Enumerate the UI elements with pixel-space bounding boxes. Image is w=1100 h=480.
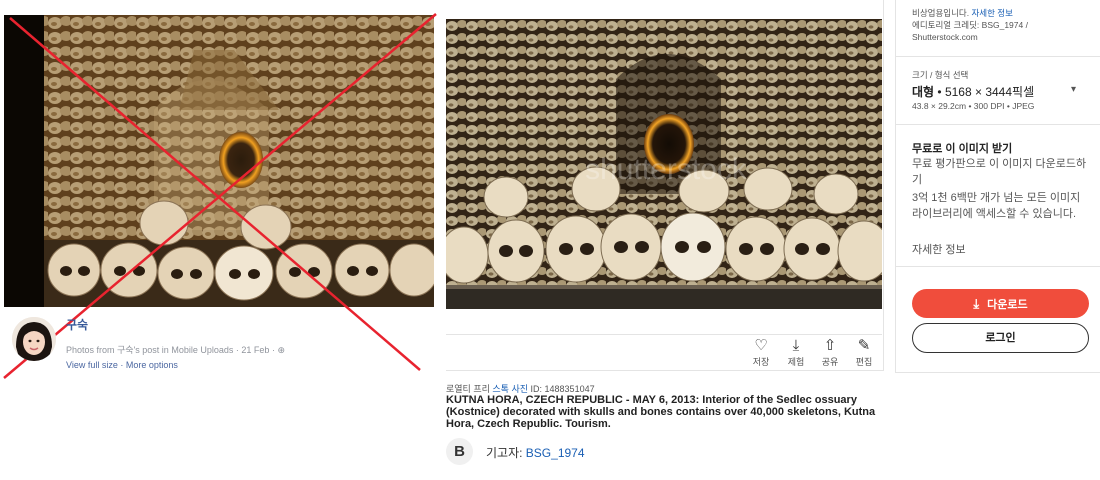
- share-icon: ⇧: [823, 337, 837, 354]
- divider: [895, 56, 1100, 57]
- contributor-label: 기고자:: [486, 446, 526, 460]
- heart-icon: ♡: [754, 337, 768, 354]
- size-pixels: • 5168 × 3444픽셀: [934, 85, 1035, 99]
- free-image-text: 무료 평가판으로 이 이미지 다운로드하기: [912, 158, 1087, 186]
- download-icon: ⤓: [792, 337, 800, 354]
- credit-line: 에디토리얼 크레딧: BSG_1974 /: [912, 20, 1028, 30]
- contributor-link[interactable]: BSG_1974: [526, 446, 585, 460]
- edit-button[interactable]: ✎ 편집: [849, 337, 879, 368]
- post-author-name[interactable]: 구숙: [66, 316, 88, 333]
- size-selector[interactable]: 대형 • 5168 × 3444픽셀: [912, 83, 1034, 101]
- avatar[interactable]: [12, 317, 56, 361]
- download-icon: ⤓: [973, 296, 980, 311]
- view-full-size-link[interactable]: View full size: [66, 360, 118, 370]
- post-date[interactable]: 21 Feb: [241, 345, 269, 355]
- contributor-avatar[interactable]: B: [446, 438, 473, 465]
- meta-separator-2: ·: [271, 345, 275, 355]
- facebook-photo[interactable]: [4, 15, 434, 307]
- usage-details-link[interactable]: 자세한 정보: [971, 8, 1012, 18]
- size-name: 대형: [912, 85, 935, 99]
- usage-notice: 비상업용입니다. 자세한 정보: [912, 8, 1092, 19]
- login-button[interactable]: 로그인: [912, 323, 1089, 353]
- divider: [895, 266, 1100, 267]
- image-actions-toolbar: ♡ 저장 ⤓ 제험 ⇧ 공유 ✎ 편집: [446, 334, 882, 371]
- share-label: 공유: [821, 357, 839, 367]
- more-info-link[interactable]: 자세한 정보: [912, 242, 966, 258]
- watermark-text: shutterstock: [585, 153, 748, 186]
- size-format-label: 크기 / 형식 선택: [912, 70, 969, 80]
- save-label: 저장: [752, 357, 770, 367]
- size-detail: 43.8 × 29.2cm • 300 DPI • JPEG: [912, 101, 1035, 111]
- library-access-text: 3억 1천 6백만 개가 넘는 모든 이미지 라이브러리에 액세스할 수 있습니…: [912, 192, 1081, 220]
- download-comp-label: 제험: [787, 357, 805, 367]
- post-meta-text: Photos from 구숙's post in Mobile Uploads: [66, 345, 234, 355]
- post-meta: Photos from 구숙's post in Mobile Uploads …: [66, 343, 285, 356]
- more-options-link[interactable]: More options: [126, 360, 178, 370]
- divider: [895, 124, 1100, 125]
- stock-photo-link[interactable]: 스톡 사진: [492, 384, 528, 394]
- free-image-heading: 무료로 이 이미지 받기: [912, 143, 1013, 155]
- download-comp-button[interactable]: ⤓ 제험: [781, 337, 811, 368]
- save-button[interactable]: ♡ 저장: [746, 337, 776, 368]
- shutterstock-photo[interactable]: shutterstock: [446, 19, 882, 309]
- download-button[interactable]: ⤓ 다운로드: [912, 289, 1089, 318]
- edit-label: 편집: [855, 357, 873, 367]
- credit-site: Shutterstock.com: [912, 32, 978, 42]
- license-text: 로열티 프리: [446, 384, 493, 394]
- download-button-label: 다운로드: [987, 299, 1028, 311]
- actions-separator: ·: [120, 360, 124, 370]
- globe-icon: ⊕: [277, 345, 285, 355]
- image-title: KUTNA HORA, CZECH REPUBLIC - MAY 6, 2013…: [446, 394, 876, 430]
- post-actions: View full size · More options: [66, 360, 178, 370]
- chevron-down-icon[interactable]: ▾: [1071, 84, 1076, 95]
- noncommercial-text: 비상업용입니다.: [912, 8, 972, 18]
- contributor-line: 기고자: BSG_1974: [486, 444, 585, 461]
- edit-icon: ✎: [857, 337, 871, 354]
- image-id: ID: 1488351047: [528, 384, 595, 394]
- share-button[interactable]: ⇧ 공유: [815, 337, 845, 368]
- meta-separator: ·: [235, 345, 239, 355]
